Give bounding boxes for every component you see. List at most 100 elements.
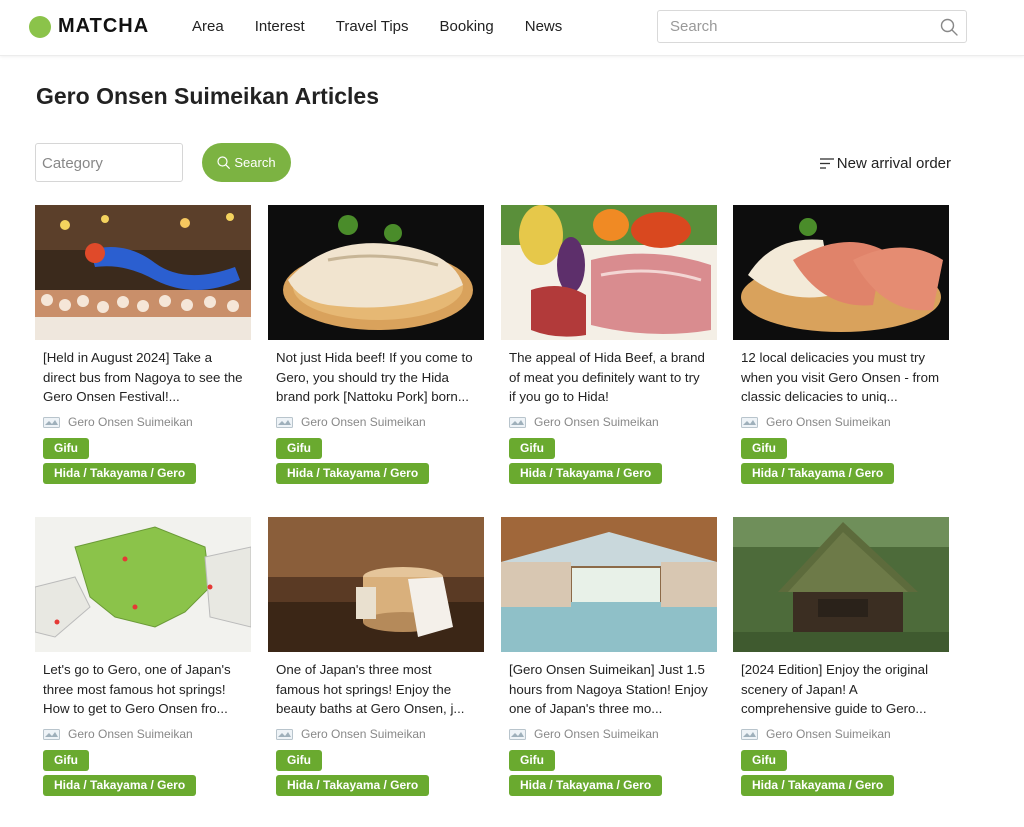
- article-title[interactable]: [Held in August 2024] Take a direct bus …: [35, 348, 251, 407]
- author-avatar-icon: [276, 416, 293, 428]
- article-thumbnail-beef-sushi[interactable]: [733, 205, 949, 340]
- tag-prefecture[interactable]: Gifu: [741, 750, 787, 771]
- site-logo[interactable]: MATCHA: [29, 15, 149, 38]
- article-thumbnail-map[interactable]: [35, 517, 251, 652]
- author-avatar-icon: [509, 416, 526, 428]
- author-avatar-icon: [43, 416, 60, 428]
- article-card[interactable]: 12 local delicacies you must try when yo…: [733, 205, 949, 488]
- author-avatar-icon: [43, 728, 60, 740]
- tag-prefecture[interactable]: Gifu: [741, 438, 787, 459]
- main-nav: Area Interest Travel Tips Booking News: [192, 18, 593, 35]
- article-thumbnail-gassho-house[interactable]: [733, 517, 949, 652]
- article-title[interactable]: The appeal of Hida Beef, a brand of meat…: [501, 348, 717, 407]
- author-name: Gero Onsen Suimeikan: [766, 415, 891, 429]
- author-avatar-icon: [276, 728, 293, 740]
- article-thumbnail-beef-vegetables[interactable]: [501, 205, 717, 340]
- article-card[interactable]: [2024 Edition] Enjoy the original scener…: [733, 517, 949, 800]
- tag-row: Hida / Takayama / Gero: [509, 775, 709, 800]
- site-header: MATCHA Area Interest Travel Tips Booking…: [0, 0, 1024, 56]
- article-card[interactable]: Let's go to Gero, one of Japan's three m…: [35, 517, 251, 800]
- article-card[interactable]: The appeal of Hida Beef, a brand of meat…: [501, 205, 717, 488]
- article-thumbnail-pork-sushi[interactable]: [268, 205, 484, 340]
- article-title[interactable]: Not just Hida beef! If you come to Gero,…: [268, 348, 484, 407]
- nav-item-area[interactable]: Area: [192, 18, 224, 35]
- header-search: [657, 10, 967, 43]
- tag-row: Hida / Takayama / Gero: [43, 463, 243, 488]
- tag-prefecture[interactable]: Gifu: [43, 750, 89, 771]
- author-avatar-icon: [741, 416, 758, 428]
- article-thumbnail-indoor-bath[interactable]: [501, 517, 717, 652]
- nav-item-travel-tips[interactable]: Travel Tips: [336, 18, 409, 35]
- tag-row: Hida / Takayama / Gero: [741, 775, 941, 800]
- article-card[interactable]: One of Japan's three most famous hot spr…: [268, 517, 484, 800]
- author-name: Gero Onsen Suimeikan: [68, 727, 193, 741]
- article-tags: Gifu Hida / Takayama / Gero: [268, 750, 484, 800]
- tag-area[interactable]: Hida / Takayama / Gero: [509, 775, 663, 796]
- filter-search-label: Search: [234, 155, 276, 170]
- nav-item-interest[interactable]: Interest: [255, 18, 305, 35]
- filter-search-button[interactable]: Search: [202, 143, 291, 182]
- author-avatar-icon: [509, 728, 526, 740]
- article-tags: Gifu Hida / Takayama / Gero: [733, 750, 949, 800]
- article-card[interactable]: [Gero Onsen Suimeikan] Just 1.5 hours fr…: [501, 517, 717, 800]
- author-name: Gero Onsen Suimeikan: [68, 415, 193, 429]
- tag-row: Hida / Takayama / Gero: [276, 463, 476, 488]
- article-tags: Gifu Hida / Takayama / Gero: [35, 438, 251, 488]
- category-select[interactable]: Category: [35, 143, 183, 182]
- tag-area[interactable]: Hida / Takayama / Gero: [43, 775, 197, 796]
- nav-item-news[interactable]: News: [525, 18, 563, 35]
- tag-row: Hida / Takayama / Gero: [43, 775, 243, 800]
- tag-row: Hida / Takayama / Gero: [741, 463, 941, 488]
- tag-prefecture[interactable]: Gifu: [43, 438, 89, 459]
- tag-row: Gifu: [43, 750, 243, 775]
- tag-row: Gifu: [276, 438, 476, 463]
- article-title[interactable]: [Gero Onsen Suimeikan] Just 1.5 hours fr…: [501, 660, 717, 719]
- tag-row: Gifu: [509, 750, 709, 775]
- tag-row: Gifu: [509, 438, 709, 463]
- article-author: Gero Onsen Suimeikan: [268, 727, 484, 741]
- tag-row: Gifu: [741, 750, 941, 775]
- article-card[interactable]: [Held in August 2024] Take a direct bus …: [35, 205, 251, 488]
- author-name: Gero Onsen Suimeikan: [301, 727, 426, 741]
- article-author: Gero Onsen Suimeikan: [733, 415, 949, 429]
- article-title[interactable]: One of Japan's three most famous hot spr…: [268, 660, 484, 719]
- search-input[interactable]: [658, 11, 928, 42]
- tag-area[interactable]: Hida / Takayama / Gero: [276, 775, 430, 796]
- tag-area[interactable]: Hida / Takayama / Gero: [43, 463, 197, 484]
- article-tags: Gifu Hida / Takayama / Gero: [268, 438, 484, 488]
- author-name: Gero Onsen Suimeikan: [301, 415, 426, 429]
- article-title[interactable]: 12 local delicacies you must try when yo…: [733, 348, 949, 407]
- article-title[interactable]: [2024 Edition] Enjoy the original scener…: [733, 660, 949, 719]
- article-title[interactable]: Let's go to Gero, one of Japan's three m…: [35, 660, 251, 719]
- tag-prefecture[interactable]: Gifu: [509, 750, 555, 771]
- author-name: Gero Onsen Suimeikan: [534, 727, 659, 741]
- article-thumbnail-festival-dragon[interactable]: [35, 205, 251, 340]
- article-tags: Gifu Hida / Takayama / Gero: [35, 750, 251, 800]
- sort-order[interactable]: New arrival order: [819, 155, 951, 172]
- tag-row: Gifu: [43, 438, 243, 463]
- article-author: Gero Onsen Suimeikan: [733, 727, 949, 741]
- logo-text: MATCHA: [58, 15, 150, 37]
- page-title: Gero Onsen Suimeikan Articles: [36, 83, 379, 109]
- tag-area[interactable]: Hida / Takayama / Gero: [741, 775, 895, 796]
- nav-item-booking[interactable]: Booking: [440, 18, 494, 35]
- tag-row: Hida / Takayama / Gero: [509, 463, 709, 488]
- tag-prefecture[interactable]: Gifu: [276, 438, 322, 459]
- article-author: Gero Onsen Suimeikan: [35, 727, 251, 741]
- article-author: Gero Onsen Suimeikan: [501, 415, 717, 429]
- article-author: Gero Onsen Suimeikan: [35, 415, 251, 429]
- search-icon[interactable]: [940, 18, 958, 36]
- tag-prefecture[interactable]: Gifu: [509, 438, 555, 459]
- article-card[interactable]: Not just Hida beef! If you come to Gero,…: [268, 205, 484, 488]
- article-tags: Gifu Hida / Takayama / Gero: [501, 750, 717, 800]
- tag-prefecture[interactable]: Gifu: [276, 750, 322, 771]
- author-avatar-icon: [741, 728, 758, 740]
- tag-row: Gifu: [276, 750, 476, 775]
- sort-label: New arrival order: [836, 155, 951, 172]
- tag-area[interactable]: Hida / Takayama / Gero: [276, 463, 430, 484]
- logo-dot-icon: [29, 15, 51, 38]
- tag-area[interactable]: Hida / Takayama / Gero: [509, 463, 663, 484]
- article-author: Gero Onsen Suimeikan: [501, 727, 717, 741]
- article-thumbnail-onsen-bucket[interactable]: [268, 517, 484, 652]
- tag-area[interactable]: Hida / Takayama / Gero: [741, 463, 895, 484]
